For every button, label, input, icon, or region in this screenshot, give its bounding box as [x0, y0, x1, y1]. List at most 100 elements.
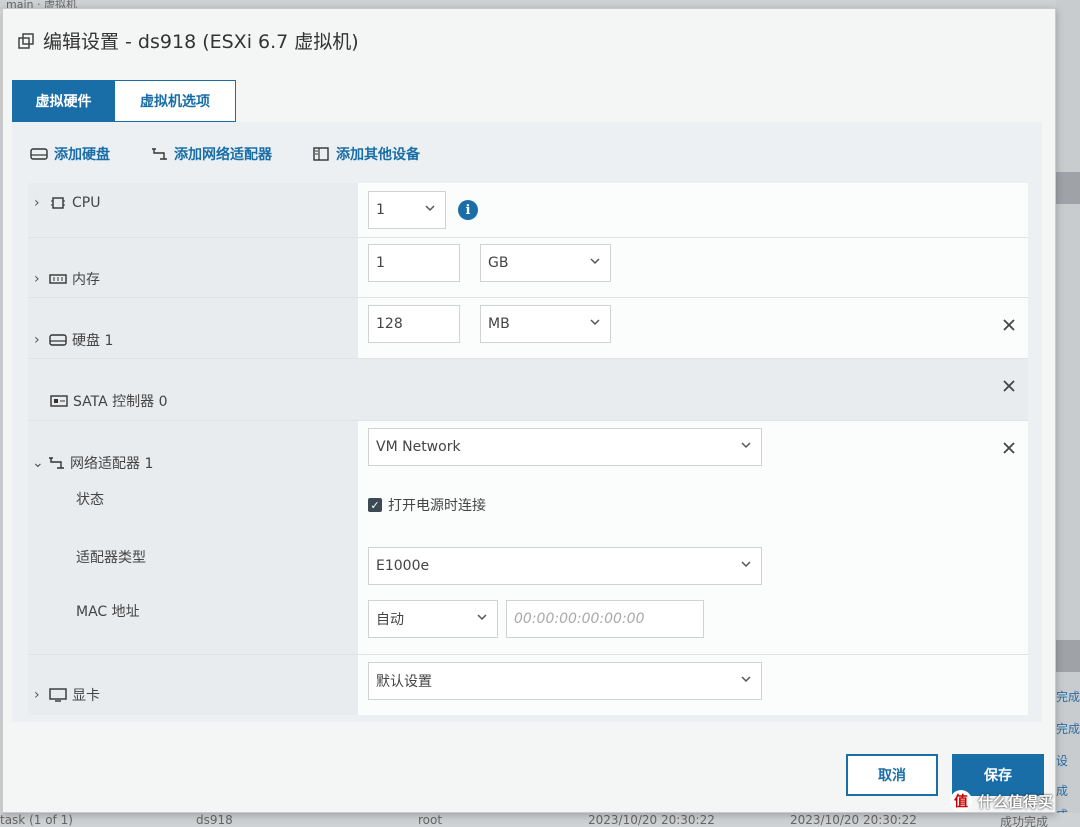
hardware-toolbar: 添加硬盘 添加网络适配器 添加其他设备 — [30, 144, 460, 164]
cpu-row: › CPU 1 i — [28, 183, 1028, 238]
background-cell: root — [418, 813, 443, 827]
background-status-text: 成 — [1056, 784, 1069, 798]
background-task-row: task (1 of 1) ds918 root 2023/10/20 20:3… — [0, 813, 1080, 827]
remove-sata-icon[interactable] — [1002, 379, 1016, 393]
dialog-title-text: 编辑设置 - ds918 (ESXi 6.7 虚拟机) — [43, 31, 359, 53]
disk-icon — [30, 148, 48, 160]
video-settings-select[interactable]: 默认设置 — [368, 662, 762, 700]
cpu-count-value: 1 — [376, 202, 385, 218]
chevron-right-icon: › — [34, 332, 40, 348]
adapter-type-select[interactable]: E1000e — [368, 547, 762, 585]
cpu-count-select[interactable]: 1 — [368, 191, 446, 229]
video-card-expander[interactable]: › 显卡 — [34, 685, 100, 705]
checkmark-icon: ✓ — [368, 498, 382, 512]
sata-controller-label: SATA 控制器 0 — [73, 394, 168, 410]
adapter-type-row: 适配器类型 E1000e — [28, 536, 1028, 593]
adapter-type-value: E1000e — [376, 558, 430, 574]
remove-disk-icon[interactable] — [1002, 318, 1016, 332]
chevron-down-icon: ⌄ — [32, 455, 44, 471]
cpu-icon — [51, 197, 65, 209]
network-value: VM Network — [376, 439, 461, 455]
watermark-text: 什么值得买 — [978, 792, 1054, 811]
cpu-label: CPU — [72, 195, 101, 211]
add-other-device-button[interactable]: 添加其他设备 — [312, 144, 420, 164]
remove-network-adapter-icon[interactable] — [1002, 441, 1016, 455]
memory-size-input[interactable]: 1 — [368, 244, 460, 282]
add-network-adapter-label: 添加网络适配器 — [174, 147, 272, 163]
background-right-column: 完成 完成 设 成 成 — [1056, 0, 1080, 827]
chevron-down-icon — [425, 205, 435, 212]
device-icon — [313, 147, 329, 161]
dialog-title: 编辑设置 - ds918 (ESXi 6.7 虚拟机) — [17, 27, 359, 54]
chevron-down-icon — [741, 676, 751, 683]
memory-expander[interactable]: › 内存 — [34, 269, 100, 289]
connect-at-power-on-checkbox[interactable]: ✓ 打开电源时连接 — [368, 495, 486, 515]
background-bar — [1056, 172, 1080, 204]
tab-vm-options[interactable]: 虚拟机选项 — [115, 80, 236, 122]
vm-edit-icon — [18, 32, 34, 49]
video-card-label: 显卡 — [72, 688, 100, 704]
background-bar — [1056, 640, 1080, 672]
mac-address-row: MAC 地址 自动 00:00:00:00:00:00 — [28, 593, 1028, 655]
connect-at-power-on-label: 打开电源时连接 — [388, 498, 486, 514]
background-cell: 2023/10/20 20:30:22 — [588, 813, 715, 827]
disk-size-input[interactable]: 128 — [368, 305, 460, 343]
network-adapter-icon — [152, 148, 167, 160]
sata-controller-row: SATA 控制器 0 — [28, 359, 1028, 421]
mac-mode-value: 自动 — [376, 612, 404, 628]
add-network-adapter-button[interactable]: 添加网络适配器 — [150, 144, 272, 164]
memory-icon — [49, 274, 67, 284]
memory-unit-value: GB — [488, 255, 509, 271]
chevron-down-icon — [590, 258, 600, 265]
add-disk-button[interactable]: 添加硬盘 — [30, 144, 110, 164]
chevron-down-icon — [590, 319, 600, 326]
sata-controller-item: SATA 控制器 0 — [50, 391, 168, 411]
watermark-logo: 值 — [950, 790, 972, 812]
chevron-down-icon — [477, 614, 487, 621]
cpu-expander[interactable]: › CPU — [34, 195, 100, 211]
mac-address-label: MAC 地址 — [76, 604, 140, 620]
disk-unit-select[interactable]: MB — [480, 305, 611, 343]
chevron-down-icon — [741, 442, 751, 449]
adapter-type-label: 适配器类型 — [76, 550, 146, 566]
memory-unit-select[interactable]: GB — [480, 244, 611, 282]
controller-icon — [50, 395, 68, 407]
network-adapter-expander[interactable]: ⌄ 网络适配器 1 — [32, 453, 153, 473]
background-cell: 成功完成 — [1000, 815, 1049, 827]
background-status-text: 完成 — [1056, 690, 1080, 704]
memory-row: › 内存 1 GB — [28, 238, 1028, 298]
status-label: 状态 — [76, 492, 104, 508]
network-adapter-label: 网络适配器 1 — [70, 456, 154, 472]
network-adapter-row: ⌄ 网络适配器 1 VM Network — [28, 421, 1028, 481]
watermark: 值 什么值得买 — [950, 790, 1053, 812]
network-status-row: 状态 ✓ 打开电源时连接 — [28, 481, 1028, 536]
hard-disk-row: › 硬盘 1 128 MB — [28, 298, 1028, 359]
disk-icon — [49, 334, 67, 346]
disk-unit-value: MB — [488, 316, 510, 332]
chevron-right-icon: › — [34, 195, 40, 211]
background-cell: ds918 — [196, 813, 233, 827]
mac-mode-select[interactable]: 自动 — [368, 600, 498, 638]
monitor-icon — [49, 688, 67, 702]
background-cell: task (1 of 1) — [0, 813, 73, 827]
background-status-text: 完成 — [1056, 722, 1080, 736]
network-adapter-icon — [49, 457, 64, 469]
background-cell: 2023/10/20 20:30:22 — [790, 813, 917, 827]
tab-virtual-hardware[interactable]: 虚拟硬件 — [12, 80, 115, 122]
add-other-device-label: 添加其他设备 — [336, 147, 420, 163]
chevron-down-icon — [741, 561, 751, 568]
tab-bar: 虚拟硬件 虚拟机选项 — [12, 80, 236, 122]
chevron-right-icon: › — [34, 687, 40, 703]
chevron-right-icon: › — [34, 271, 40, 287]
add-disk-label: 添加硬盘 — [54, 147, 110, 163]
cancel-button[interactable]: 取消 — [846, 754, 938, 796]
mac-address-input[interactable]: 00:00:00:00:00:00 — [506, 600, 704, 638]
hard-disk-expander[interactable]: › 硬盘 1 — [34, 330, 113, 350]
info-icon[interactable]: i — [458, 200, 478, 220]
video-settings-value: 默认设置 — [376, 674, 432, 690]
hard-disk-label: 硬盘 1 — [72, 333, 114, 349]
background-status-text: 设 — [1056, 754, 1069, 768]
memory-label: 内存 — [72, 272, 100, 288]
video-card-row: › 显卡 默认设置 — [28, 655, 1028, 715]
network-select[interactable]: VM Network — [368, 428, 762, 466]
